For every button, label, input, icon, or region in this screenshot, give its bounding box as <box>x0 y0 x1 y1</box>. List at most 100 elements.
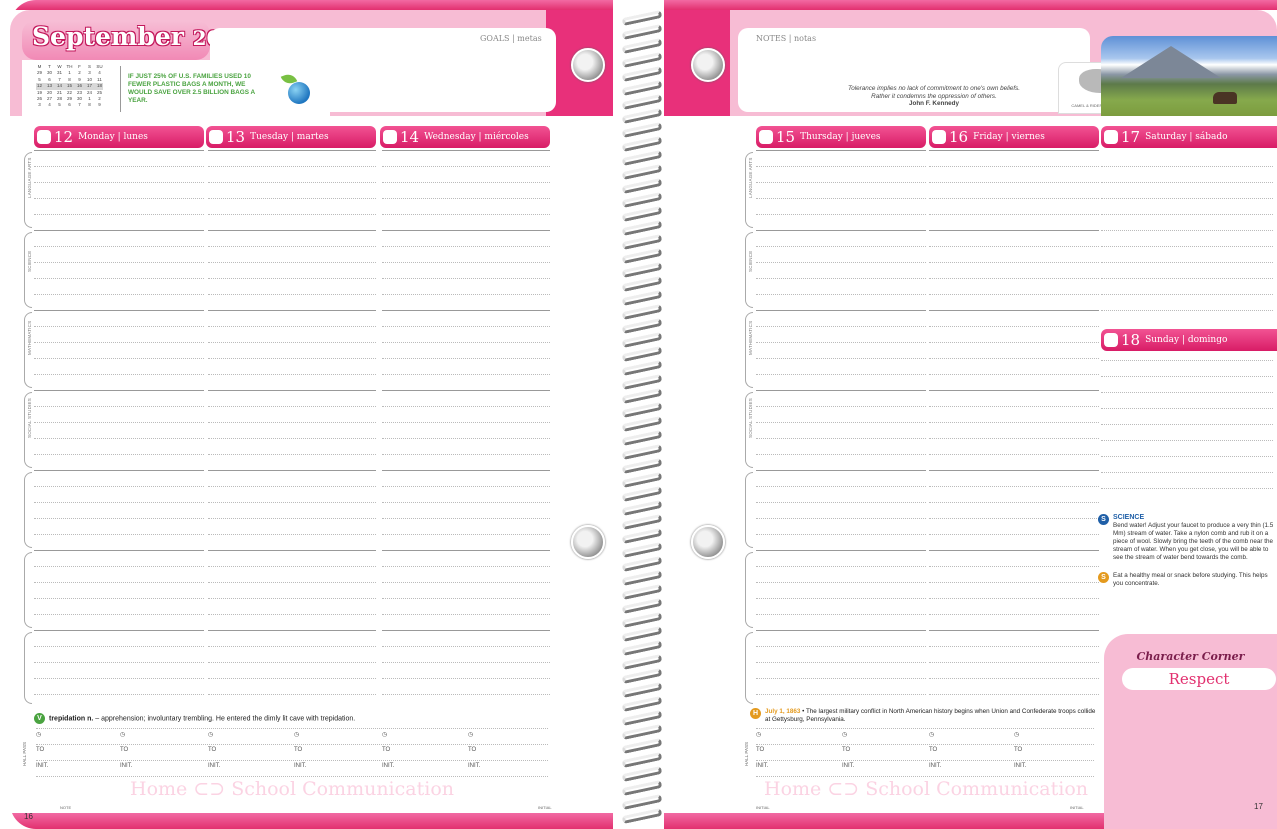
writing-line[interactable] <box>34 614 204 615</box>
writing-line[interactable] <box>382 214 550 215</box>
hall-pass-to[interactable]: TO <box>1014 747 1022 753</box>
writing-line[interactable] <box>382 246 550 247</box>
writing-line[interactable] <box>756 582 926 583</box>
writing-line[interactable] <box>929 326 1099 327</box>
writing-line[interactable] <box>34 246 204 247</box>
writing-line[interactable] <box>382 470 550 471</box>
writing-line[interactable] <box>756 630 926 631</box>
writing-line[interactable] <box>929 518 1099 519</box>
writing-line[interactable] <box>208 582 376 583</box>
writing-line[interactable] <box>756 358 926 359</box>
writing-line[interactable] <box>929 486 1099 487</box>
writing-line[interactable] <box>382 646 550 647</box>
clock-icon[interactable]: ◷ <box>842 731 847 738</box>
writing-line[interactable] <box>1101 198 1273 199</box>
writing-line[interactable] <box>1101 488 1273 489</box>
writing-line[interactable] <box>382 550 550 551</box>
writing-line[interactable] <box>756 294 926 295</box>
writing-line[interactable] <box>34 358 204 359</box>
writing-line[interactable] <box>34 662 204 663</box>
writing-line[interactable] <box>756 486 926 487</box>
writing-line[interactable] <box>208 326 376 327</box>
writing-line[interactable] <box>208 518 376 519</box>
writing-line[interactable] <box>208 342 376 343</box>
writing-line[interactable] <box>382 390 550 391</box>
clock-icon[interactable]: ◷ <box>468 731 473 738</box>
writing-line[interactable] <box>208 646 376 647</box>
writing-line[interactable] <box>756 230 926 231</box>
checkbox-icon[interactable] <box>383 130 397 144</box>
writing-line[interactable] <box>929 230 1099 231</box>
hall-pass-to[interactable]: TO <box>208 747 216 753</box>
writing-line[interactable] <box>208 166 376 167</box>
writing-line[interactable] <box>382 598 550 599</box>
writing-line[interactable] <box>208 550 376 551</box>
writing-line[interactable] <box>756 310 926 311</box>
writing-line[interactable] <box>382 406 550 407</box>
writing-line[interactable] <box>929 150 1099 151</box>
writing-line[interactable] <box>34 230 204 231</box>
writing-line[interactable] <box>382 294 550 295</box>
writing-line[interactable] <box>1101 376 1273 377</box>
checkbox-icon[interactable] <box>1104 333 1118 347</box>
clock-icon[interactable]: ◷ <box>756 731 761 738</box>
hall-pass-to[interactable]: TO <box>382 747 390 753</box>
writing-line[interactable] <box>929 198 1099 199</box>
writing-line[interactable] <box>382 150 550 151</box>
writing-line[interactable] <box>382 198 550 199</box>
writing-line[interactable] <box>34 694 204 695</box>
writing-line[interactable] <box>208 438 376 439</box>
writing-line[interactable] <box>208 150 376 151</box>
writing-line[interactable] <box>208 406 376 407</box>
writing-line[interactable] <box>756 374 926 375</box>
writing-line[interactable] <box>382 182 550 183</box>
clock-icon[interactable]: ◷ <box>120 731 125 738</box>
writing-line[interactable] <box>756 198 926 199</box>
writing-line[interactable] <box>208 486 376 487</box>
writing-line[interactable] <box>929 662 1099 663</box>
writing-line[interactable] <box>208 246 376 247</box>
writing-line[interactable] <box>382 278 550 279</box>
hall-pass-to[interactable]: TO <box>468 747 476 753</box>
writing-line[interactable] <box>208 614 376 615</box>
writing-line[interactable] <box>208 390 376 391</box>
writing-line[interactable] <box>756 534 926 535</box>
writing-line[interactable] <box>34 566 204 567</box>
writing-line[interactable] <box>756 166 926 167</box>
writing-line[interactable] <box>382 678 550 679</box>
writing-line[interactable] <box>929 534 1099 535</box>
writing-line[interactable] <box>34 582 204 583</box>
writing-line[interactable] <box>208 374 376 375</box>
hall-pass-initial[interactable]: INIT. <box>468 763 480 769</box>
writing-line[interactable] <box>929 358 1099 359</box>
writing-line[interactable] <box>929 406 1099 407</box>
hall-pass-to[interactable]: TO <box>756 747 764 753</box>
clock-icon[interactable]: ◷ <box>36 731 41 738</box>
writing-line[interactable] <box>929 646 1099 647</box>
writing-line[interactable] <box>34 310 204 311</box>
writing-line[interactable] <box>208 454 376 455</box>
writing-line[interactable] <box>1101 294 1273 295</box>
writing-line[interactable] <box>1101 214 1273 215</box>
writing-line[interactable] <box>208 678 376 679</box>
clock-icon[interactable]: ◷ <box>382 731 387 738</box>
writing-line[interactable] <box>208 566 376 567</box>
writing-line[interactable] <box>929 166 1099 167</box>
writing-line[interactable] <box>756 342 926 343</box>
writing-line[interactable] <box>208 278 376 279</box>
hall-pass-initial[interactable]: INIT. <box>1014 763 1026 769</box>
writing-line[interactable] <box>382 262 550 263</box>
writing-line[interactable] <box>34 198 204 199</box>
hall-pass-initial[interactable]: INIT. <box>294 763 306 769</box>
writing-line[interactable] <box>929 694 1099 695</box>
writing-line[interactable] <box>382 502 550 503</box>
writing-line[interactable] <box>756 646 926 647</box>
writing-line[interactable] <box>34 534 204 535</box>
hall-pass-initial[interactable]: INIT. <box>208 763 220 769</box>
writing-line[interactable] <box>929 470 1099 471</box>
writing-line[interactable] <box>929 294 1099 295</box>
writing-line[interactable] <box>34 454 204 455</box>
writing-line[interactable] <box>208 662 376 663</box>
hall-pass-initial[interactable]: INIT. <box>382 763 394 769</box>
writing-line[interactable] <box>929 582 1099 583</box>
